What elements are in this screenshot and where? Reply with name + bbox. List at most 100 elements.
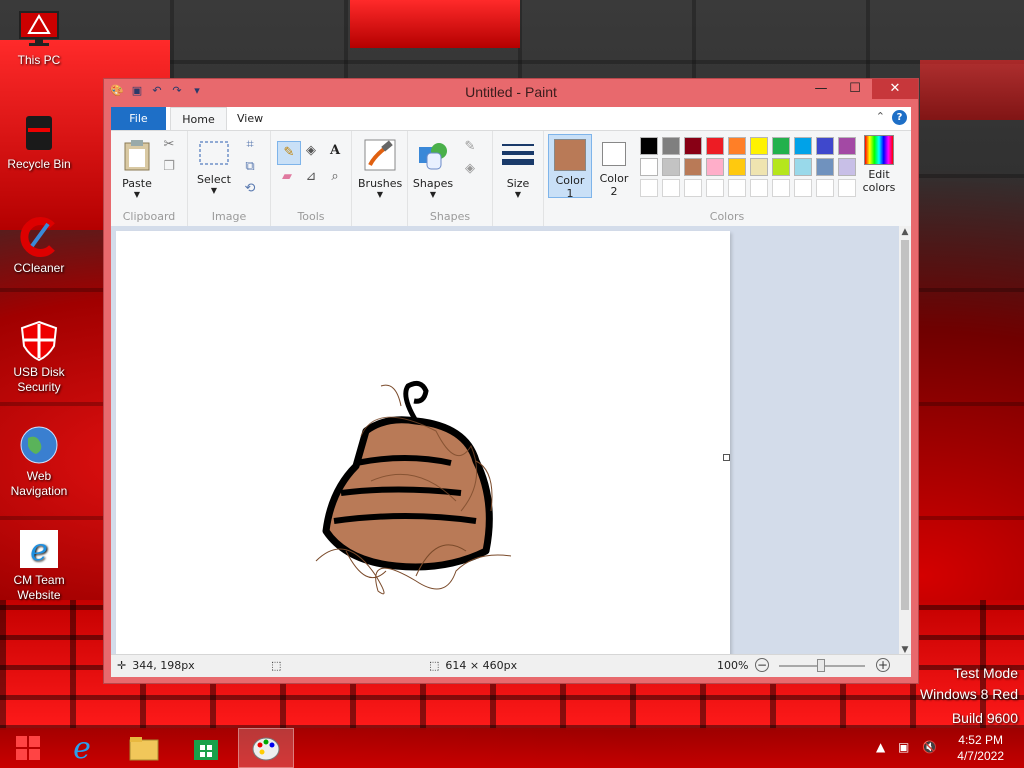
- copy-icon[interactable]: ❐: [161, 159, 177, 175]
- desktop-icon-web-navigation[interactable]: Web Navigation: [4, 424, 74, 499]
- edit-colors-button[interactable]: Edit colors: [856, 135, 902, 194]
- group-label-clipboard: Clipboard: [122, 210, 176, 223]
- palette-swatch[interactable]: [750, 137, 768, 155]
- brushes-button[interactable]: Brushes ▼: [358, 139, 402, 199]
- ccleaner-icon: [18, 216, 60, 258]
- taskbar-file-explorer[interactable]: [116, 728, 172, 768]
- palette-swatch[interactable]: [794, 158, 812, 176]
- collapse-ribbon-icon[interactable]: ⌃: [876, 110, 885, 123]
- chevron-down-icon: ▼: [210, 186, 218, 195]
- palette-swatch[interactable]: [794, 137, 812, 155]
- drawing-canvas[interactable]: [116, 231, 730, 656]
- ribbon: Paste ▼ ✂ ❐ Clipboard Select ▼ ⌗ ⧉ ⟲ Ima…: [111, 130, 911, 227]
- group-colors: Color 1 Color 2 Edit colors Colors: [544, 131, 910, 226]
- color1-button[interactable]: Color 1: [548, 134, 592, 200]
- volume-muted-icon[interactable]: 🔇: [922, 740, 937, 754]
- palette-swatch[interactable]: [838, 179, 856, 197]
- palette-swatch[interactable]: [728, 158, 746, 176]
- crop-icon[interactable]: ⌗: [242, 137, 258, 153]
- palette-swatch[interactable]: [684, 158, 702, 176]
- wallpaper-block: [920, 60, 1024, 120]
- palette-swatch[interactable]: [662, 137, 680, 155]
- taskbar-internet-explorer[interactable]: e: [54, 728, 110, 768]
- scrollbar-thumb[interactable]: [901, 240, 909, 610]
- start-button[interactable]: [0, 728, 56, 768]
- palette-swatch[interactable]: [662, 179, 680, 197]
- watermark-line-2: Windows 8 Red: [919, 686, 1018, 702]
- pencil-icon[interactable]: ✎: [277, 141, 301, 165]
- palette-swatch[interactable]: [640, 179, 658, 197]
- system-clock[interactable]: 4:52 PM 4/7/2022: [957, 732, 1004, 764]
- monitor-icon: [18, 8, 60, 50]
- magnifier-icon[interactable]: ⌕: [327, 169, 343, 185]
- canvas-workspace[interactable]: [111, 226, 899, 656]
- palette-swatch[interactable]: [816, 179, 834, 197]
- desktop-icon-cm-team-website[interactable]: e CM Team Website: [4, 528, 74, 603]
- palette-swatch[interactable]: [662, 158, 680, 176]
- palette-swatch[interactable]: [816, 158, 834, 176]
- color2-button[interactable]: Color 2: [594, 134, 634, 198]
- color1-label-line1: Color: [555, 174, 585, 187]
- palette-swatch[interactable]: [684, 179, 702, 197]
- palette-swatch[interactable]: [838, 158, 856, 176]
- minimize-button[interactable]: —: [804, 79, 838, 99]
- palette-swatch[interactable]: [640, 137, 658, 155]
- group-label-colors: Colors: [709, 210, 745, 223]
- eraser-icon[interactable]: ▰: [279, 169, 295, 185]
- desktop-icon-usb-disk-security[interactable]: USB Disk Security: [4, 320, 74, 395]
- network-icon[interactable]: ▣: [898, 740, 909, 754]
- show-hidden-icons[interactable]: ▲: [876, 740, 885, 754]
- color1-swatch: [554, 139, 586, 171]
- desktop-icon-this-pc[interactable]: This PC: [4, 8, 74, 68]
- taskbar-paint[interactable]: [238, 728, 294, 768]
- canvas-size-icon: ⬚: [429, 659, 440, 672]
- palette-swatch[interactable]: [794, 179, 812, 197]
- cut-icon[interactable]: ✂: [161, 137, 177, 153]
- zoom-in-button[interactable]: +: [876, 658, 890, 672]
- shapes-button[interactable]: Shapes ▼: [412, 139, 454, 199]
- palette-swatch[interactable]: [772, 137, 790, 155]
- window-client: File Home View ⌃ ? Paste ▼ ✂ ❐ Clipboard: [111, 107, 911, 677]
- palette-swatch[interactable]: [816, 137, 834, 155]
- desktop-icon-recycle-bin[interactable]: Recycle Bin: [4, 112, 74, 172]
- palette-swatch[interactable]: [706, 158, 724, 176]
- fill-bucket-icon[interactable]: ◈: [303, 143, 319, 159]
- outline-icon[interactable]: ✎: [462, 139, 478, 155]
- maximize-button[interactable]: ☐: [838, 79, 872, 99]
- rotate-icon[interactable]: ⟲: [242, 181, 258, 197]
- zoom-slider-thumb[interactable]: [817, 659, 825, 672]
- title-bar[interactable]: 🎨 ▣ ↶ ↷ ▾ Untitled - Paint — ☐ ✕: [104, 79, 918, 105]
- palette-swatch[interactable]: [728, 179, 746, 197]
- close-button[interactable]: ✕: [872, 79, 918, 99]
- help-icon[interactable]: ?: [892, 110, 907, 125]
- palette-swatch[interactable]: [772, 179, 790, 197]
- palette-swatch[interactable]: [772, 158, 790, 176]
- fill-icon[interactable]: ◈: [462, 161, 478, 177]
- palette-swatch[interactable]: [750, 179, 768, 197]
- size-button[interactable]: Size ▼: [499, 141, 537, 199]
- group-label-image: Image: [211, 210, 247, 223]
- select-button[interactable]: Select ▼: [194, 139, 234, 195]
- text-tool-icon[interactable]: A: [327, 143, 343, 159]
- tab-home[interactable]: Home: [170, 107, 227, 130]
- tab-view[interactable]: View: [237, 107, 263, 130]
- taskbar-store[interactable]: [178, 728, 234, 768]
- palette-swatch[interactable]: [838, 137, 856, 155]
- scroll-up-icon[interactable]: ▲: [899, 227, 911, 237]
- paste-button[interactable]: Paste ▼: [117, 139, 157, 199]
- color-picker-icon[interactable]: ⊿: [303, 169, 319, 185]
- palette-swatch[interactable]: [706, 137, 724, 155]
- palette-swatch[interactable]: [706, 179, 724, 197]
- palette-swatch[interactable]: [750, 158, 768, 176]
- zoom-out-button[interactable]: −: [755, 658, 769, 672]
- canvas-resize-handle[interactable]: [723, 454, 730, 461]
- palette-swatch[interactable]: [684, 137, 702, 155]
- vertical-scrollbar[interactable]: ▲ ▼: [899, 226, 911, 656]
- group-shapes: Shapes ▼ ✎ ◈ Shapes: [408, 131, 493, 226]
- resize-icon[interactable]: ⧉: [242, 159, 258, 175]
- desktop-icon-label: Recycle Bin: [7, 157, 71, 171]
- tab-file[interactable]: File: [111, 107, 166, 130]
- palette-swatch[interactable]: [640, 158, 658, 176]
- desktop-icon-ccleaner[interactable]: CCleaner: [4, 216, 74, 276]
- palette-swatch[interactable]: [728, 137, 746, 155]
